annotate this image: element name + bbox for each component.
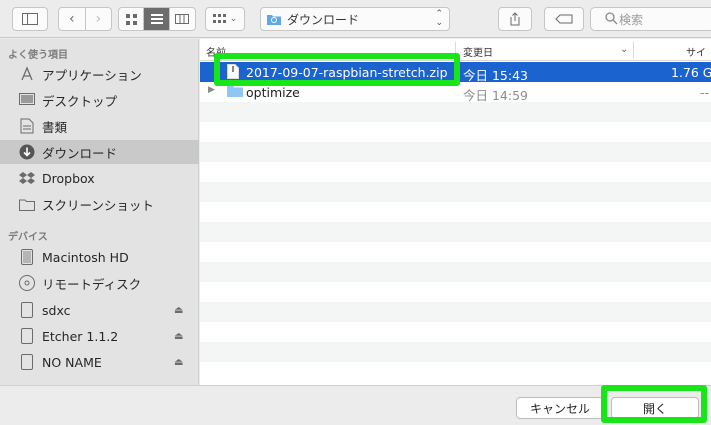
empty-row	[200, 122, 711, 142]
sidebar-item-documents[interactable]: 書類	[0, 114, 199, 138]
eject-icon[interactable]: ⏏	[174, 357, 183, 368]
tags-button[interactable]	[544, 7, 584, 31]
search-placeholder: 検索	[619, 12, 644, 27]
share-button[interactable]	[498, 7, 532, 31]
disk-icon	[18, 301, 36, 319]
empty-row	[200, 362, 711, 382]
devices-section-title: デバイス	[8, 232, 48, 243]
sort-chevron-icon: ⌄	[620, 44, 629, 55]
grid-icon	[125, 13, 137, 25]
sidebar-icon	[22, 13, 38, 25]
folder-icon	[18, 195, 36, 213]
highlight-box	[214, 53, 460, 86]
icon-view-button[interactable]	[119, 8, 145, 30]
disk-icon	[18, 353, 36, 371]
highlight-box	[601, 385, 707, 423]
search-field[interactable]: 検索	[590, 7, 711, 31]
forward-button[interactable]: ›	[86, 8, 112, 30]
sidebar-item-label: リモートディスク	[42, 276, 142, 292]
file-list: 名前 変更日 ⌄ サイズ 2017-09-07-raspbian-stretch…	[200, 39, 711, 385]
empty-row	[200, 302, 711, 322]
eject-icon[interactable]: ⏏	[174, 331, 183, 342]
tag-icon	[555, 14, 573, 24]
column-header-modified[interactable]: 変更日	[463, 44, 493, 59]
sidebar-item-applications[interactable]: アプリケーション	[0, 62, 199, 86]
location-popup[interactable]: ダウンロード ⌃ ⌄	[260, 7, 450, 31]
toolbar: ‹ › ⌄ ダウンロード ⌃ ⌄ 検索	[0, 0, 711, 38]
sidebar: よく使う項目 アプリケーション デスクトップ 書類 ダウンロード Dropbox	[0, 39, 199, 385]
empty-row	[200, 182, 711, 202]
file-size: --	[700, 85, 710, 100]
downloads-folder-icon	[267, 15, 281, 25]
sidebar-item-desktop[interactable]: デスクトップ	[0, 88, 199, 112]
chevron-right-icon: ›	[95, 11, 102, 27]
back-button[interactable]: ‹	[59, 8, 86, 30]
sidebar-item-etcher[interactable]: Etcher 1.1.2 ⏏	[0, 324, 199, 348]
empty-row	[200, 282, 711, 302]
empty-row	[200, 102, 711, 122]
file-name: optimize	[246, 85, 300, 100]
search-icon	[605, 12, 618, 25]
disclosure-triangle-icon[interactable]: ▶	[208, 85, 215, 95]
cancel-button[interactable]: キャンセル	[516, 397, 604, 419]
sidebar-item-label: 書類	[42, 119, 68, 135]
back-forward-control: ‹ ›	[58, 7, 112, 31]
eject-icon[interactable]: ⏏	[174, 305, 183, 316]
sidebar-item-downloads[interactable]: ダウンロード	[0, 140, 199, 164]
empty-row	[200, 222, 711, 242]
optical-disc-icon	[18, 274, 36, 292]
sidebar-item-remote-disc[interactable]: リモートディスク	[0, 271, 199, 295]
file-size: 1.76 GB	[671, 65, 711, 80]
sidebar-item-screenshots[interactable]: スクリーンショット	[0, 192, 199, 216]
dropbox-icon	[18, 169, 36, 187]
sidebar-item-label: デスクトップ	[42, 93, 118, 109]
updown-chevron-icon: ⌃ ⌄	[435, 9, 443, 28]
arrange-button[interactable]: ⌄	[205, 7, 245, 31]
disk-icon	[18, 327, 36, 345]
location-label: ダウンロード	[287, 12, 360, 27]
sidebar-item-no-name[interactable]: NO NAME ⏏	[0, 350, 199, 374]
sidebar-item-label: Macintosh HD	[42, 249, 129, 265]
empty-row	[200, 242, 711, 262]
chevron-down-icon: ⌄	[229, 14, 238, 24]
desktop-icon	[18, 91, 36, 109]
disk-icon	[18, 248, 36, 266]
sidebar-item-sdxc[interactable]: sdxc ⏏	[0, 298, 199, 322]
sidebar-item-label: アプリケーション	[42, 67, 142, 83]
downloads-icon	[18, 143, 36, 161]
chevron-left-icon: ‹	[68, 11, 75, 27]
documents-icon	[18, 117, 36, 135]
view-mode-control	[118, 7, 196, 31]
share-icon	[510, 12, 520, 26]
arrange-grid-icon	[212, 14, 226, 23]
column-divider[interactable]	[633, 42, 634, 58]
empty-row	[200, 322, 711, 342]
list-view-button[interactable]	[144, 8, 170, 30]
empty-row	[200, 142, 711, 162]
sidebar-item-macintosh-hd[interactable]: Macintosh HD	[0, 245, 199, 269]
empty-row	[200, 262, 711, 282]
empty-row	[200, 162, 711, 182]
sidebar-toggle-button[interactable]	[12, 7, 48, 31]
sidebar-item-label: スクリーンショット	[42, 197, 154, 213]
favorites-section-title: よく使う項目	[8, 50, 68, 61]
columns-icon	[175, 14, 190, 24]
sidebar-item-dropbox[interactable]: Dropbox	[0, 166, 199, 190]
empty-row	[200, 202, 711, 222]
applications-icon	[18, 65, 36, 83]
column-view-button[interactable]	[170, 8, 195, 30]
empty-row	[200, 342, 711, 362]
sidebar-item-label: ダウンロード	[42, 145, 118, 161]
sidebar-item-label: Dropbox	[42, 170, 95, 186]
list-icon	[150, 14, 163, 24]
